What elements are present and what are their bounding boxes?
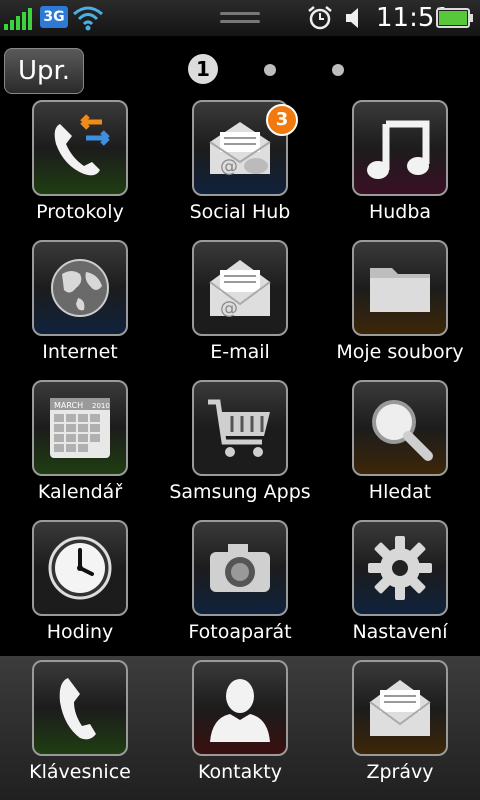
app-samsung-apps[interactable]: Samsung Apps [160, 380, 320, 520]
phone-log-icon [54, 114, 110, 176]
dock-klavesnice[interactable]: Klávesnice [0, 660, 160, 800]
app-label: Protokoly [36, 201, 124, 223]
app-moje-soubory[interactable]: Moje soubory [320, 240, 480, 380]
dock: Klávesnice Kontakty Zprávy [0, 656, 480, 800]
app-label: Kontakty [198, 761, 282, 783]
app-social-hub[interactable]: @ 3 Social Hub [160, 100, 320, 240]
app-internet[interactable]: Internet [0, 240, 160, 380]
app-label: Klávesnice [29, 761, 131, 783]
app-tile[interactable] [32, 660, 128, 756]
app-tile[interactable] [352, 100, 448, 196]
gear-icon [368, 536, 432, 600]
app-grid: Protokoly @ 3 Social Hub Hudba Internet … [0, 100, 480, 656]
shopping-cart-icon [208, 399, 270, 457]
app-hodiny[interactable]: Hodiny [0, 520, 160, 660]
dock-zpravy[interactable]: Zprávy [320, 660, 480, 800]
page-dot-active[interactable]: 1 [188, 54, 218, 84]
dock-kontakty[interactable]: Kontakty [160, 660, 320, 800]
calendar-month-text: MARCH [54, 401, 83, 410]
notification-badge: 3 [266, 104, 298, 136]
app-label: Nastavení [352, 621, 448, 643]
app-label: Fotoaparát [188, 621, 292, 643]
clock-icon [48, 536, 112, 600]
signal-strength-icon [4, 6, 36, 30]
volume-icon [346, 8, 358, 28]
app-label: Zprávy [366, 761, 434, 783]
app-tile[interactable]: @ [192, 240, 288, 336]
app-tile[interactable] [32, 520, 128, 616]
edit-button[interactable]: Upr. [4, 48, 84, 94]
app-label: E-mail [210, 341, 270, 363]
notification-handle[interactable] [220, 12, 260, 24]
contact-icon [210, 679, 270, 742]
app-tile[interactable] [192, 660, 288, 756]
app-fotoaparat[interactable]: Fotoaparát [160, 520, 320, 660]
app-email[interactable]: @ E-mail [160, 240, 320, 380]
app-tile[interactable] [32, 240, 128, 336]
app-tile[interactable]: MARCH 2010 [32, 380, 128, 476]
app-tile[interactable] [352, 660, 448, 756]
app-label: Hudba [368, 201, 432, 223]
app-tile[interactable] [192, 520, 288, 616]
calendar-icon: MARCH 2010 [50, 398, 110, 458]
camera-icon [210, 544, 270, 592]
music-note-icon [367, 120, 430, 179]
phone-icon [59, 678, 96, 740]
network-type-badge: 3G [40, 6, 68, 28]
app-hudba[interactable]: Hudba [320, 100, 480, 240]
app-kalendar[interactable]: MARCH 2010 Kalendář [0, 380, 160, 520]
app-label: Social Hub [189, 201, 291, 223]
page-dot-3[interactable] [332, 64, 344, 76]
status-bar: 3G 11:51 [0, 0, 480, 36]
app-label: Internet [42, 341, 118, 363]
page-indicator: 1 [188, 54, 358, 86]
app-tile[interactable] [352, 240, 448, 336]
magnifier-icon [372, 400, 433, 461]
message-icon [369, 680, 431, 736]
app-tile[interactable] [192, 380, 288, 476]
social-hub-icon: @ [209, 122, 271, 177]
app-tile[interactable] [352, 380, 448, 476]
page-dot-2[interactable] [264, 64, 276, 76]
alarm-icon [308, 6, 332, 30]
app-label: Moje soubory [336, 341, 464, 363]
battery-icon [436, 8, 473, 28]
folder-icon [370, 268, 430, 312]
email-icon: @ [209, 260, 271, 319]
calendar-year-text: 2010 [92, 402, 110, 410]
app-tile[interactable] [352, 520, 448, 616]
app-nastaveni[interactable]: Nastavení [320, 520, 480, 660]
svg-text:@: @ [220, 298, 238, 319]
app-tile[interactable] [32, 100, 128, 196]
app-label: Hodiny [46, 621, 114, 643]
app-protokoly[interactable]: Protokoly [0, 100, 160, 240]
app-label: Kalendář [37, 481, 123, 503]
app-hledat[interactable]: Hledat [320, 380, 480, 520]
app-label: Hledat [368, 481, 432, 503]
svg-text:@: @ [220, 156, 238, 177]
wifi-icon [73, 6, 103, 31]
app-label: Samsung Apps [169, 481, 311, 503]
globe-icon [51, 259, 109, 317]
